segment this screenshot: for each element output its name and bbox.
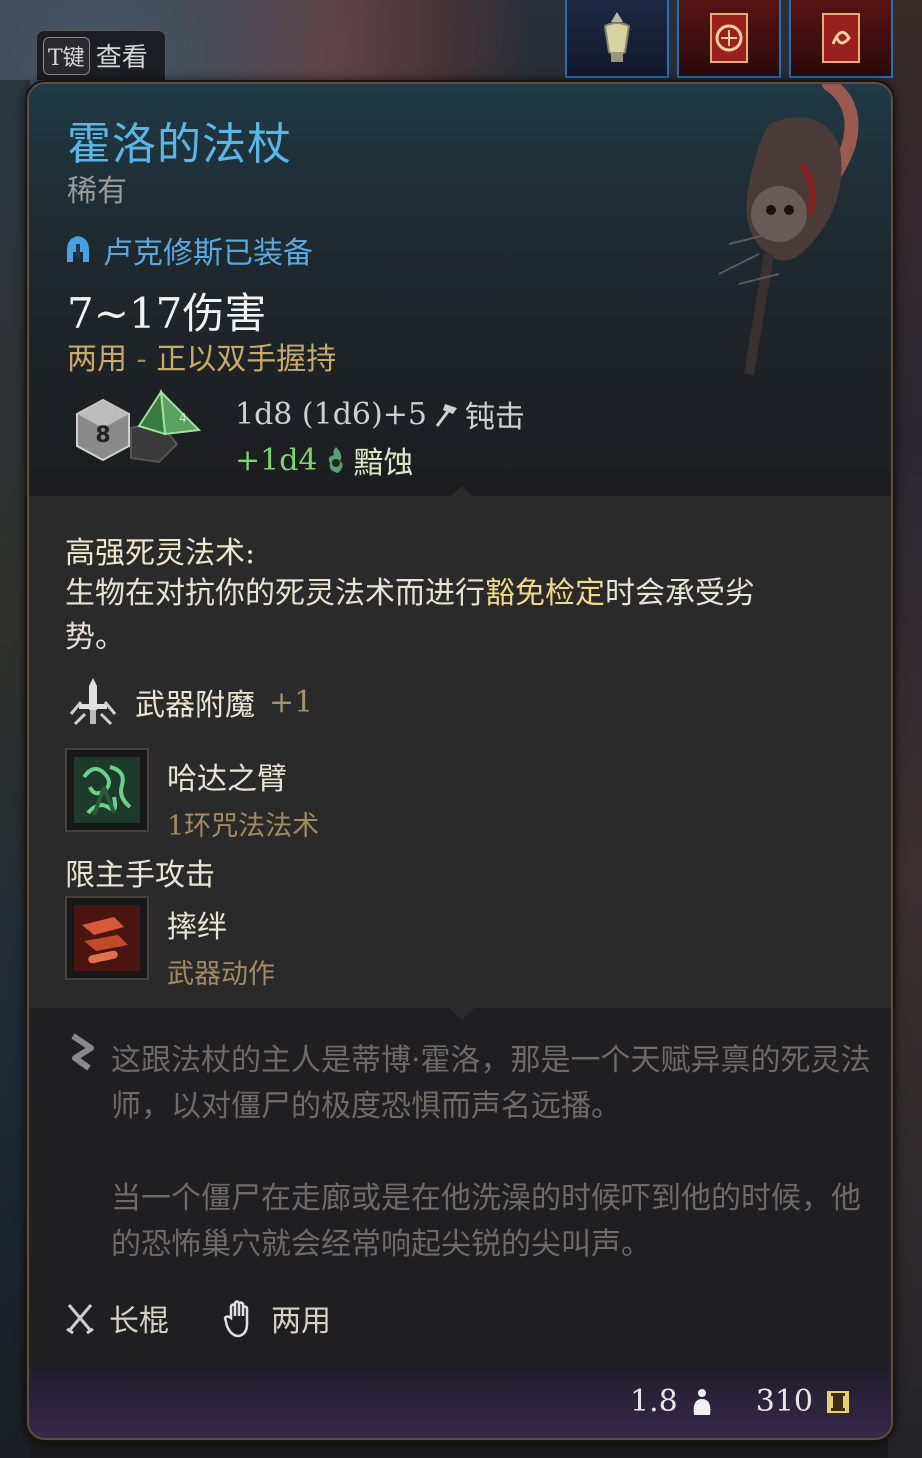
gold-coin-icon bbox=[827, 1390, 849, 1413]
primary-damage-dice: 1d8 (1d6)+5 bbox=[235, 396, 427, 432]
item-staff-image bbox=[718, 84, 859, 375]
handedness-note: 正以双手握持 bbox=[156, 342, 337, 377]
scroll-icon bbox=[710, 13, 748, 63]
spell-name: 哈达之臂 bbox=[167, 762, 287, 797]
ability-title: 高强死灵法术: bbox=[65, 536, 256, 571]
handedness: 两用 - 正以双手握持 bbox=[67, 334, 336, 378]
section-divider-notch bbox=[449, 1008, 475, 1020]
necrotic-flame-icon bbox=[328, 447, 343, 473]
hammer-icon bbox=[435, 404, 457, 427]
action-text: 摔绊 武器动作 bbox=[167, 896, 275, 991]
hint-key: T键 bbox=[43, 36, 90, 75]
main-hand-only-label: 限主手攻击 bbox=[65, 858, 215, 893]
weapon-type-label: 长棍 bbox=[109, 1304, 169, 1339]
spell-icon-frame bbox=[65, 748, 149, 832]
equipped-status: 卢克修斯已装备 bbox=[65, 228, 313, 272]
sword-enchant-icon bbox=[69, 678, 117, 726]
svg-text:8: 8 bbox=[95, 423, 110, 448]
item-tooltip: 霍洛的法杖 稀有 卢克修斯已装备 7~17伤害 两用 - 正以双手握持 8 4 … bbox=[27, 82, 893, 1440]
handedness-label: 两用 bbox=[67, 342, 127, 377]
inspect-hint[interactable]: T键 查看 bbox=[36, 30, 166, 80]
hotbar-slot-scroll-2[interactable] bbox=[789, 0, 893, 78]
primary-damage-type: 钝击 bbox=[464, 400, 525, 435]
bonus-damage: +1d4 黯蚀 bbox=[235, 438, 414, 482]
background-left-edge bbox=[0, 80, 30, 1458]
arms-of-hadar-icon bbox=[74, 757, 140, 823]
spell-text: 哈达之臂 1环咒法法术 bbox=[167, 748, 319, 843]
weight-icon bbox=[693, 1388, 711, 1415]
dice-icon: 8 4 bbox=[76, 389, 202, 464]
action-name: 摔绊 bbox=[167, 910, 227, 945]
item-value: 310 bbox=[755, 1384, 813, 1419]
item-footer-values: 1.8 310 bbox=[630, 1384, 851, 1419]
damage-range: 7~17伤害 bbox=[67, 289, 267, 338]
topple-icon bbox=[74, 905, 140, 971]
action-icon-frame bbox=[65, 896, 149, 980]
background-right-edge bbox=[888, 0, 922, 1458]
item-weight: 1.8 bbox=[630, 1384, 678, 1419]
hint-label: 查看 bbox=[95, 43, 148, 73]
handedness-separator: - bbox=[127, 342, 157, 377]
equipped-label: 卢克修斯已装备 bbox=[103, 236, 313, 271]
scroll-icon bbox=[822, 13, 860, 63]
spell-level: 1环咒法法术 bbox=[167, 811, 320, 842]
hands-label: 两用 bbox=[271, 1304, 331, 1339]
ability-desc-text: 生物在对抗你的死灵法术而进行 bbox=[65, 576, 485, 611]
flavor-paragraph: 当一个僵尸在走廊或是在他洗澡的时候吓到他的时候，他的恐怖巢穴就会经常响起尖锐的尖… bbox=[111, 1181, 861, 1262]
flavor-text: 这跟法杖的主人是蒂博·霍洛，那是一个天赋异禀的死灵法师，以对僵尸的极度恐惧而声名… bbox=[111, 1038, 871, 1314]
weapon-enchantment: 武器附魔 +1 bbox=[65, 674, 313, 730]
ability-description: 生物在对抗你的死灵法术而进行豁免检定时会承受劣势。 bbox=[65, 572, 785, 660]
hand-icon bbox=[223, 1300, 249, 1338]
hotbar-slots bbox=[565, 0, 893, 78]
flavor-paragraph: 这跟法杖的主人是蒂博·霍洛，那是一个天赋异禀的死灵法师，以对僵尸的极度恐惧而声名… bbox=[111, 1043, 871, 1124]
weapon-action[interactable]: 摔绊 武器动作 bbox=[65, 896, 275, 991]
enchantment-bonus: +1 bbox=[269, 684, 314, 720]
bonus-damage-dice: +1d4 bbox=[235, 442, 318, 478]
bonus-damage-type: 黯蚀 bbox=[353, 446, 414, 481]
lantern-icon bbox=[603, 12, 631, 62]
item-properties: 长棍 两用 bbox=[65, 1296, 331, 1340]
crossed-swords-icon bbox=[66, 1304, 94, 1335]
primary-damage: 1d8 (1d6)+5 钝击 bbox=[235, 392, 525, 436]
enchantment-label: 武器附魔 bbox=[135, 688, 255, 723]
section-divider-notch bbox=[449, 486, 475, 498]
helmet-icon bbox=[67, 236, 89, 262]
svg-text:4: 4 bbox=[179, 411, 187, 425]
action-type: 武器动作 bbox=[167, 959, 275, 990]
item-rarity: 稀有 bbox=[67, 174, 127, 209]
quill-icon bbox=[71, 1033, 94, 1071]
hotbar-slot-lantern[interactable] bbox=[565, 0, 669, 78]
saving-throw-link[interactable]: 豁免检定 bbox=[485, 576, 605, 611]
granted-spell[interactable]: 哈达之臂 1环咒法法术 bbox=[65, 748, 319, 843]
item-name: 霍洛的法杖 bbox=[67, 119, 292, 170]
hotbar-slot-scroll-1[interactable] bbox=[677, 0, 781, 78]
